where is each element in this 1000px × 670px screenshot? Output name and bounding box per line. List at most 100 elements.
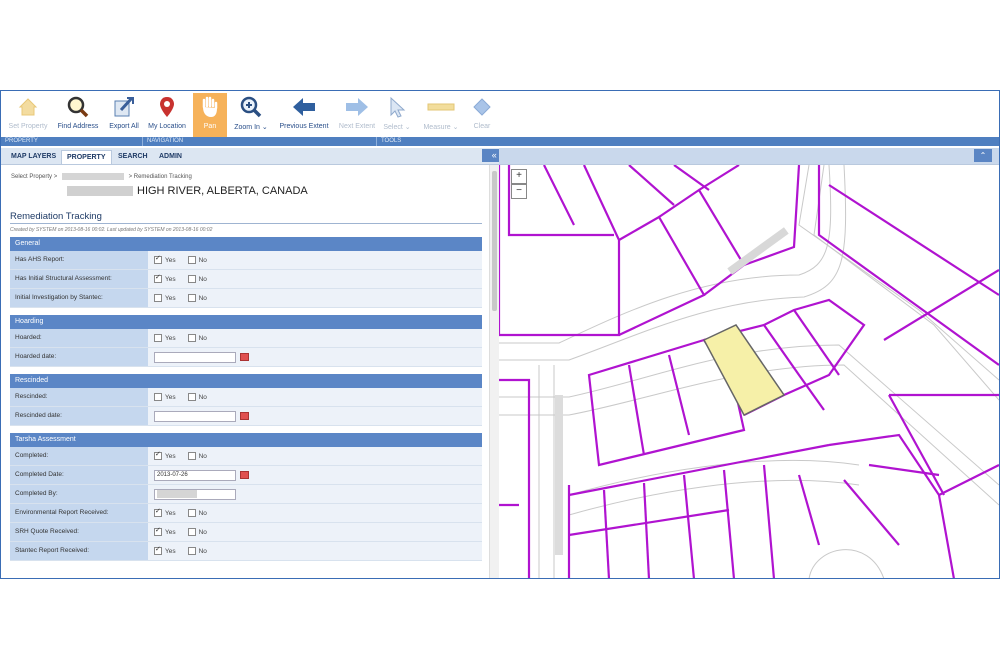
parcel-map[interactable] [499,165,999,579]
yes-checkbox[interactable] [154,273,162,283]
field-label: Stantec Report Received: [10,542,148,560]
chevron-up-icon: ⌃ [979,151,987,160]
no-checkbox[interactable] [187,509,196,517]
yes-checkbox[interactable] [154,545,162,555]
field-label: Rescinded: [10,388,148,406]
field-label: Hoarded date: [10,348,148,366]
toolbar: Set Property Find Address Export All My … [1,91,999,137]
field-label: Rescinded date: [10,407,148,425]
yes-label: Yes [165,334,176,342]
tab-property[interactable]: PROPERTY [61,150,112,164]
chevron-down-icon: ⌄ [452,124,459,131]
breadcrumb-remediation-tracking: Remediation Tracking [133,174,192,181]
no-checkbox[interactable] [187,294,196,302]
find-address-button[interactable]: Find Address [55,93,101,137]
no-checkbox[interactable] [187,275,196,283]
field-label: Completed By: [10,485,148,503]
no-checkbox[interactable] [187,393,196,401]
field-label: Environmental Report Received: [10,504,148,522]
yes-checkbox[interactable] [154,450,162,460]
address-text: HIGH RIVER, ALBERTA, CANADA [137,185,308,197]
tab-admin[interactable]: ADMIN [154,150,187,163]
no-label: No [198,528,207,536]
my-location-button[interactable]: My Location [145,93,189,137]
zoom-in-map-button[interactable]: + [511,169,527,184]
hand-icon [199,95,221,121]
house-icon [17,96,39,120]
pan-label: Pan [203,123,217,130]
tab-map-layers[interactable]: MAP LAYERS [6,150,61,163]
map-header-bar: ⌃ [499,148,999,164]
toolbar-group-bar: PROPERTY NAVIGATION TOOLS [1,137,999,146]
field-label: Completed Date: [10,466,148,484]
calendar-icon[interactable] [240,471,249,479]
completed-by-input[interactable] [154,488,236,500]
map-collapse-button[interactable]: ⌃ [974,149,992,162]
property-address: HIGH RIVER, ALBERTA, CANADA [67,185,308,197]
section-general-header[interactable]: General [10,237,482,251]
calendar-icon[interactable] [240,412,249,420]
field-label: Has AHS Report: [10,251,148,269]
yes-checkbox[interactable] [154,254,162,264]
rescinded-date-input[interactable] [154,410,236,422]
yes-checkbox[interactable] [154,526,162,536]
pan-button[interactable]: Pan [193,93,227,137]
zoom-in-button[interactable]: Zoom In ⌄ [230,93,272,137]
measure-button[interactable]: Measure ⌄ [419,93,463,137]
form-row: Rescinded: Yes No [10,388,482,407]
app-window: Set Property Find Address Export All My … [0,90,1000,579]
form-row: SRH Quote Received: Yes No [10,523,482,542]
section-hoarding-header[interactable]: Hoarding [10,315,482,329]
form-row: Has Initial Structural Assessment: Yes No [10,270,482,289]
arrow-right-icon [344,96,370,120]
next-extent-label: Next Extent [338,123,376,130]
completed-date-input[interactable]: 2013-07-26 [154,469,236,481]
field-label: Has Initial Structural Assessment: [10,270,148,288]
no-label: No [198,547,207,555]
no-checkbox[interactable] [187,547,196,555]
zoom-in-icon [239,95,263,121]
no-label: No [198,393,207,401]
next-extent-button[interactable]: Next Extent [337,93,377,137]
form-row: Initial Investigation by Stantec: Yes No [10,289,482,308]
select-button[interactable]: Select ⌄ [379,93,415,137]
no-label: No [198,334,207,342]
zoom-out-map-button[interactable]: − [511,184,527,199]
no-checkbox[interactable] [187,452,196,460]
scrollbar-thumb[interactable] [492,171,497,311]
set-property-label: Set Property [8,123,48,130]
calendar-icon[interactable] [240,353,249,361]
yes-checkbox[interactable] [154,294,162,302]
breadcrumb-separator: > [53,174,58,181]
form-row: Environmental Report Received: Yes No [10,504,482,523]
no-checkbox[interactable] [187,334,196,342]
my-location-label: My Location [148,123,186,130]
section-rescinded-header[interactable]: Rescinded [10,374,482,388]
yes-checkbox[interactable] [154,507,162,517]
form-row: Has AHS Report: Yes No [10,251,482,270]
export-all-label: Export All [109,123,139,130]
set-property-button[interactable]: Set Property [5,93,51,137]
map-view[interactable]: + − [499,165,999,579]
no-checkbox[interactable] [187,256,196,264]
yes-checkbox[interactable] [154,393,162,401]
zoom-in-label: Zoom In [234,124,260,131]
section-tarsha-assessment-header[interactable]: Tarsha Assessment [10,433,482,447]
form-row: Stantec Report Received: Yes No [10,542,482,561]
tab-search[interactable]: SEARCH [113,150,153,163]
clear-button[interactable]: Clear [467,93,497,137]
export-all-button[interactable]: Export All [105,93,143,137]
remediation-form: General Has AHS Report: Yes No Has Initia… [10,237,482,561]
form-row: Rescinded date: [10,407,482,426]
no-label: No [198,509,207,517]
breadcrumb-select-property[interactable]: Select Property [11,174,52,180]
magnifier-icon [66,95,90,121]
hoarded-date-input[interactable] [154,351,236,363]
field-label: Hoarded: [10,329,148,347]
previous-extent-button[interactable]: Previous Extent [276,93,332,137]
form-row: Completed: Yes No [10,447,482,466]
group-tools-label: TOOLS [381,138,402,144]
no-checkbox[interactable] [187,528,196,536]
yes-checkbox[interactable] [154,334,162,342]
yes-label: Yes [165,452,176,460]
